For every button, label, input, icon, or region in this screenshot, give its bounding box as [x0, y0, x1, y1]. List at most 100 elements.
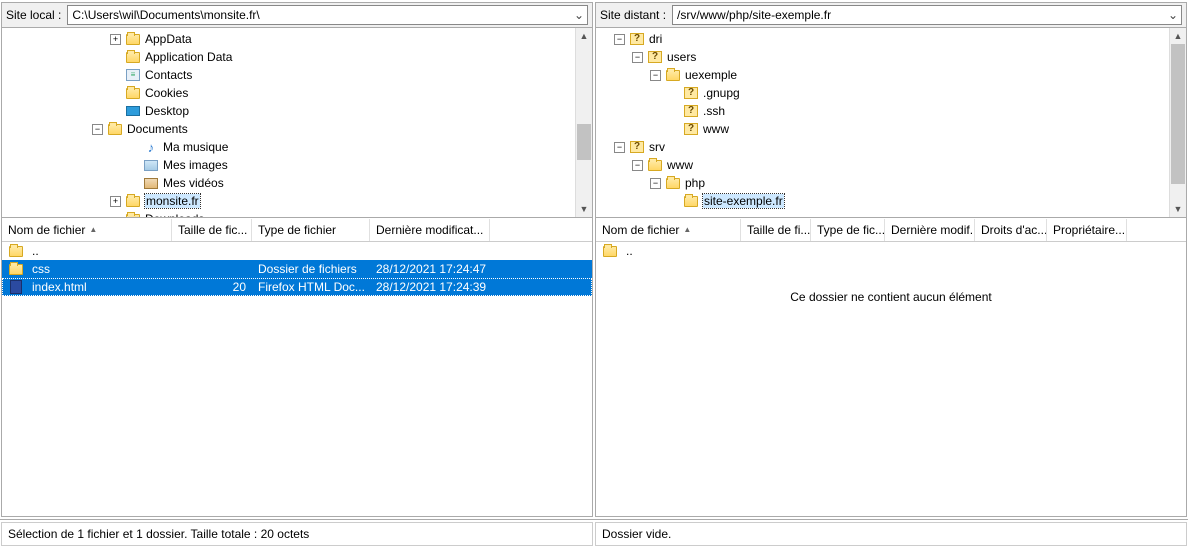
- remote-path-input[interactable]: [673, 6, 1165, 24]
- scroll-down-icon[interactable]: ▼: [576, 201, 592, 217]
- tree-node-label: Documents: [127, 122, 188, 136]
- tree-node-label: Mes vidéos: [163, 176, 224, 190]
- collapse-icon[interactable]: −: [632, 160, 643, 171]
- tree-spacer: [668, 106, 679, 117]
- tree-node[interactable]: Application Data: [2, 48, 575, 66]
- list-row[interactable]: cssDossier de fichiers28/12/2021 17:24:4…: [2, 260, 592, 278]
- unknown-folder-icon: ?: [647, 49, 663, 65]
- status-bar: Sélection de 1 fichier et 1 dossier. Tai…: [0, 519, 1188, 548]
- collapse-icon[interactable]: −: [614, 34, 625, 45]
- music-icon: ♪: [143, 139, 159, 155]
- scroll-up-icon[interactable]: ▲: [576, 28, 592, 44]
- local-tree-scrollbar[interactable]: ▲ ▼: [575, 28, 592, 217]
- tree-node[interactable]: ?www: [596, 120, 1169, 138]
- tree-node[interactable]: ♪Ma musique: [2, 138, 575, 156]
- tree-node[interactable]: −? users: [596, 48, 1169, 66]
- chevron-down-icon[interactable]: ⌄: [1165, 8, 1181, 22]
- tree-node[interactable]: − Documents: [2, 120, 575, 138]
- tree-node-label: Desktop: [145, 104, 189, 118]
- tree-node-label: Mes images: [163, 158, 228, 172]
- remote-columns-header[interactable]: Nom de fichier ▲ Taille de fi... Type de…: [596, 218, 1186, 242]
- remote-status: Dossier vide.: [595, 522, 1187, 546]
- scroll-thumb[interactable]: [577, 124, 591, 160]
- expand-icon[interactable]: +: [110, 196, 121, 207]
- video-icon: [143, 175, 159, 191]
- tree-node[interactable]: −www: [596, 156, 1169, 174]
- tree-spacer: [128, 160, 139, 171]
- tree-node[interactable]: −php: [596, 174, 1169, 192]
- tree-node-label: uexemple: [685, 68, 737, 82]
- remote-file-list[interactable]: ..Ce dossier ne contient aucun élément: [596, 242, 1186, 516]
- image-icon: [143, 157, 159, 173]
- local-columns-header[interactable]: Nom de fichier ▲ Taille de fic... Type d…: [2, 218, 592, 242]
- folder-icon: [602, 243, 618, 259]
- tree-node[interactable]: Desktop: [2, 102, 575, 120]
- col-name[interactable]: Nom de fichier ▲: [2, 219, 172, 241]
- html-file-icon: [8, 279, 24, 295]
- cell-name: ..: [596, 243, 741, 259]
- chevron-down-icon[interactable]: ⌄: [571, 8, 587, 22]
- unknown-folder-icon: ?: [683, 121, 699, 137]
- collapse-icon[interactable]: −: [650, 70, 661, 81]
- col-date[interactable]: Dernière modif...: [885, 219, 975, 241]
- collapse-icon[interactable]: −: [614, 142, 625, 153]
- tree-node[interactable]: −?dri: [596, 30, 1169, 48]
- folder-icon: [665, 67, 681, 83]
- tree-spacer: [668, 196, 679, 207]
- scroll-up-icon[interactable]: ▲: [1170, 28, 1186, 44]
- col-type[interactable]: Type de fichier: [252, 219, 370, 241]
- tree-spacer: [668, 88, 679, 99]
- list-row[interactable]: ..: [2, 242, 592, 260]
- scroll-down-icon[interactable]: ▼: [1170, 201, 1186, 217]
- tree-node[interactable]: ?.gnupg: [596, 84, 1169, 102]
- col-size[interactable]: Taille de fi...: [741, 219, 811, 241]
- local-path-combo[interactable]: ⌄: [67, 5, 588, 25]
- local-pane: Site local : ⌄ + AppData Application Data ≡…: [1, 2, 593, 517]
- col-name[interactable]: Nom de fichier ▲: [596, 219, 741, 241]
- col-size[interactable]: Taille de fic...: [172, 219, 252, 241]
- col-type[interactable]: Type de fic...: [811, 219, 885, 241]
- cell-name: css: [2, 261, 172, 277]
- tree-node-label: users: [667, 50, 696, 64]
- folder-icon: [125, 85, 141, 101]
- folder-icon: [125, 49, 141, 65]
- tree-node-label: Application Data: [145, 50, 232, 64]
- local-tree[interactable]: + AppData Application Data ≡ContactsCookies…: [2, 28, 575, 217]
- tree-node[interactable]: Downloads: [2, 210, 575, 217]
- tree-node[interactable]: Mes images: [2, 156, 575, 174]
- remote-tree-scrollbar[interactable]: ▲ ▼: [1169, 28, 1186, 217]
- col-perm[interactable]: Droits d'ac...: [975, 219, 1047, 241]
- contacts-icon: ≡: [125, 67, 141, 83]
- tree-node[interactable]: + monsite.fr: [2, 192, 575, 210]
- col-owner[interactable]: Propriétaire...: [1047, 219, 1127, 241]
- cell-type: Firefox HTML Doc...: [252, 280, 370, 294]
- local-label: Site local :: [6, 8, 61, 22]
- tree-node[interactable]: ?.ssh: [596, 102, 1169, 120]
- remote-tree[interactable]: −?dri−?users−uexemple?.gnupg?.ssh?www−?s…: [596, 28, 1169, 217]
- local-path-input[interactable]: [68, 6, 571, 24]
- tree-node-label: monsite.fr: [145, 194, 200, 208]
- expand-icon[interactable]: +: [110, 34, 121, 45]
- tree-node[interactable]: site-exemple.fr: [596, 192, 1169, 210]
- list-row[interactable]: index.html20Firefox HTML Doc...28/12/202…: [2, 278, 592, 296]
- tree-node[interactable]: + AppData: [2, 30, 575, 48]
- remote-path-combo[interactable]: ⌄: [672, 5, 1182, 25]
- collapse-icon[interactable]: −: [92, 124, 103, 135]
- col-date[interactable]: Dernière modificat...: [370, 219, 490, 241]
- tree-node[interactable]: −?srv: [596, 138, 1169, 156]
- tree-spacer: [110, 70, 121, 81]
- tree-node[interactable]: Mes vidéos: [2, 174, 575, 192]
- tree-node-label: .ssh: [703, 104, 725, 118]
- tree-node[interactable]: ≡Contacts: [2, 66, 575, 84]
- tree-node[interactable]: Cookies: [2, 84, 575, 102]
- collapse-icon[interactable]: −: [632, 52, 643, 63]
- folder-icon: [8, 243, 24, 259]
- local-address-bar: Site local : ⌄: [2, 3, 592, 28]
- tree-node[interactable]: − uexemple: [596, 66, 1169, 84]
- tree-node-label: AppData: [145, 32, 192, 46]
- collapse-icon[interactable]: −: [650, 178, 661, 189]
- scroll-thumb[interactable]: [1171, 44, 1185, 184]
- tree-spacer: [110, 52, 121, 63]
- list-row[interactable]: ..: [596, 242, 1186, 260]
- local-file-list[interactable]: ..cssDossier de fichiers28/12/2021 17:24…: [2, 242, 592, 516]
